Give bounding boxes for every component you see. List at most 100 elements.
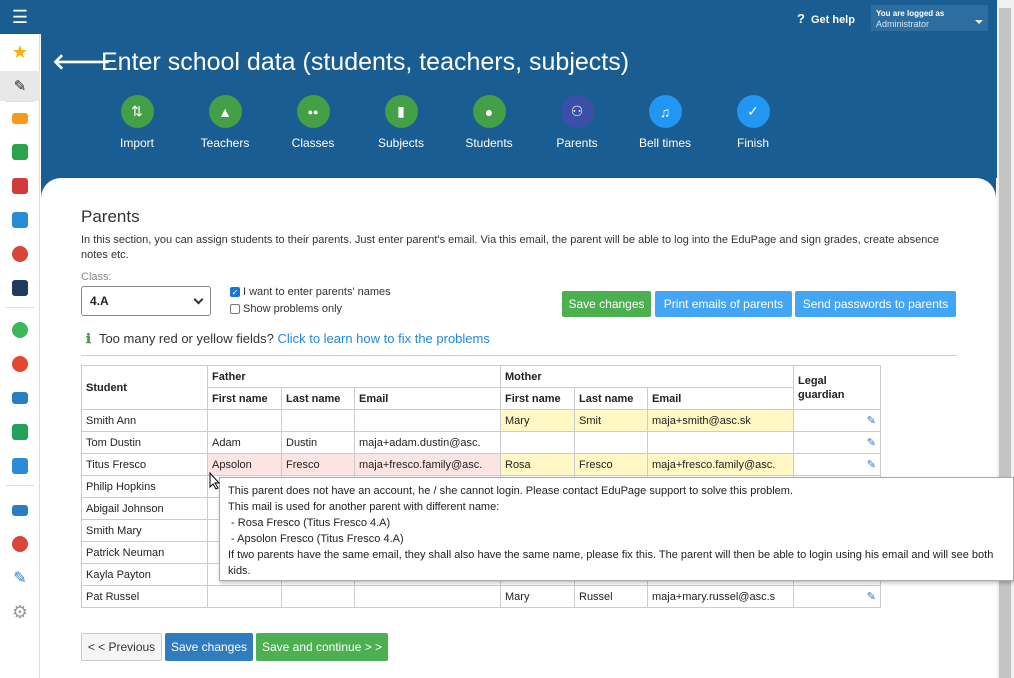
col-father-email: Email [354, 387, 501, 410]
legal-guardian-cell: ✎ [793, 453, 881, 476]
section-title: Parents [81, 207, 140, 226]
step-label: Classes [291, 136, 335, 150]
grade-icon[interactable] [0, 349, 40, 379]
star-icon[interactable]: ★ [0, 37, 40, 67]
edit-pencil-icon[interactable]: ✎ [867, 437, 876, 449]
parent-m-last-cell[interactable]: Fresco [574, 453, 648, 476]
class-select[interactable]: 4.A [81, 286, 211, 316]
parent-f-email-cell[interactable] [354, 409, 501, 432]
student-name-cell: Abigail Johnson [81, 497, 208, 520]
step-label: Students [465, 136, 513, 150]
briefcase-icon[interactable] [0, 383, 40, 413]
col-student: Student [81, 365, 208, 410]
parent-m-last-cell[interactable]: Smit [574, 409, 648, 432]
parent-m-first-cell[interactable] [500, 431, 575, 454]
footer-save-changes-button[interactable]: Save changes [165, 633, 253, 661]
nav-divider [6, 307, 34, 308]
check-circle-icon[interactable] [0, 315, 40, 345]
fix-problems-link[interactable]: Click to learn how to fix the problems [277, 331, 489, 346]
parent-m-first-cell[interactable]: Mary [500, 409, 575, 432]
problem-tooltip: This parent does not have an account, he… [219, 477, 1014, 581]
settings-gear-icon[interactable]: ⚙ [0, 597, 40, 627]
bell-icon: ♫ [648, 95, 682, 128]
nav-divider [6, 485, 34, 486]
parent-m-email-cell[interactable]: maja+mary.russel@asc.s [647, 585, 794, 608]
col-legal-guardian: Legal guardian [793, 365, 881, 410]
col-father-last: Last name [281, 387, 355, 410]
pen-icon[interactable]: ✎ [0, 563, 40, 593]
tooltip-line-5: If two parents have the same email, they… [228, 549, 994, 577]
account-dropdown[interactable]: You are logged as Administrator [871, 5, 988, 31]
hamburger-menu-icon[interactable]: ☰ [0, 0, 40, 34]
student-name-cell: Smith Ann [81, 409, 208, 432]
send-passwords-button[interactable]: Send passwords to parents [795, 291, 956, 317]
parent-f-first-cell[interactable] [207, 409, 282, 432]
chat-icon[interactable] [0, 529, 40, 559]
get-help-link[interactable]: ? Get help [797, 11, 855, 26]
user-icon[interactable] [0, 239, 40, 269]
home-icon[interactable] [0, 137, 40, 167]
step-finish[interactable]: ✓ Finish [713, 95, 793, 150]
parent-m-email-cell[interactable]: maja+fresco.family@asc. [647, 453, 794, 476]
print-emails-button[interactable]: Print emails of parents [655, 291, 792, 317]
student-name-cell: Tom Dustin [81, 431, 208, 454]
magic-wand-icon[interactable]: ✎ [0, 71, 40, 101]
step-label: Bell times [638, 136, 691, 150]
tooltip-line-1: This parent does not have an account, he… [228, 485, 794, 497]
save-changes-button[interactable]: Save changes [562, 291, 651, 317]
step-parents[interactable]: ⚇ Parents [537, 95, 617, 150]
parent-f-first-cell[interactable] [207, 585, 282, 608]
tooltip-line-4: - Apsolon Fresco (Titus Fresco 4.A) [228, 533, 404, 545]
edit-pencil-icon[interactable]: ✎ [867, 459, 876, 471]
parent-f-last-cell[interactable]: Fresco [281, 453, 355, 476]
show-problems-label: Show problems only [243, 303, 343, 315]
parent-m-last-cell[interactable]: Russel [574, 585, 648, 608]
step-classes[interactable]: ●● Classes [273, 95, 353, 150]
edit-pencil-icon[interactable]: ✎ [867, 591, 876, 603]
timetable-icon[interactable] [0, 171, 40, 201]
parent-m-first-cell[interactable]: Rosa [500, 453, 575, 476]
person-icon: ● [472, 95, 506, 128]
step-bell-times[interactable]: ♫ Bell times [625, 95, 705, 150]
step-teachers[interactable]: ▲ Teachers [185, 95, 265, 150]
parent-f-last-cell[interactable]: Dustin [281, 431, 355, 454]
calendar-icon[interactable] [0, 273, 40, 303]
parent-f-last-cell[interactable] [281, 409, 355, 432]
notebook-icon[interactable] [0, 205, 40, 235]
edit-pencil-icon[interactable]: ✎ [867, 415, 876, 427]
parent-f-last-cell[interactable] [281, 585, 355, 608]
divider [81, 355, 957, 356]
parent-m-last-cell[interactable] [574, 431, 648, 454]
step-label: Import [119, 136, 154, 150]
parent-m-email-cell[interactable]: maja+smith@asc.sk [647, 409, 794, 432]
col-mother-email: Email [647, 387, 794, 410]
parent-f-email-cell[interactable]: maja+adam.dustin@asc. [354, 431, 501, 454]
previous-button[interactable]: < < Previous [81, 633, 162, 661]
parent-m-first-cell[interactable]: Mary [500, 585, 575, 608]
parent-f-email-cell[interactable] [354, 585, 501, 608]
parent-f-first-cell[interactable]: Adam [207, 431, 282, 454]
enter-names-label: I want to enter parents' names [243, 286, 391, 298]
group-icon: ●● [296, 95, 330, 128]
section-description: In this section, you can assign students… [81, 234, 939, 261]
warning-line: ℹ Too many red or yellow fields? Click to… [86, 331, 490, 347]
step-students[interactable]: ● Students [449, 95, 529, 150]
col-father-first: First name [207, 387, 282, 410]
parent-f-email-cell[interactable]: maja+fresco.family@asc. [354, 453, 501, 476]
student-name-cell: Titus Fresco [81, 453, 208, 476]
save-and-continue-button[interactable]: Save and continue > > [256, 633, 388, 661]
mouse-cursor-icon [209, 472, 221, 490]
enter-names-checkbox[interactable]: ✓ I want to enter parents' names [230, 286, 391, 298]
student-name-cell: Smith Mary [81, 519, 208, 542]
show-problems-checkbox[interactable]: Show problems only [230, 303, 342, 315]
step-subjects[interactable]: ▮ Subjects [361, 95, 441, 150]
parent-m-email-cell[interactable] [647, 431, 794, 454]
open-book-icon[interactable] [0, 495, 40, 525]
panel-top [41, 178, 996, 198]
bar-chart-icon[interactable] [0, 451, 40, 481]
shield-icon[interactable] [0, 417, 40, 447]
account-caption: You are logged as [876, 9, 945, 18]
step-import[interactable]: ⇅ Import [97, 95, 177, 150]
mail-icon[interactable] [0, 103, 40, 133]
page-title: Enter school data (students, teachers, s… [101, 48, 630, 76]
